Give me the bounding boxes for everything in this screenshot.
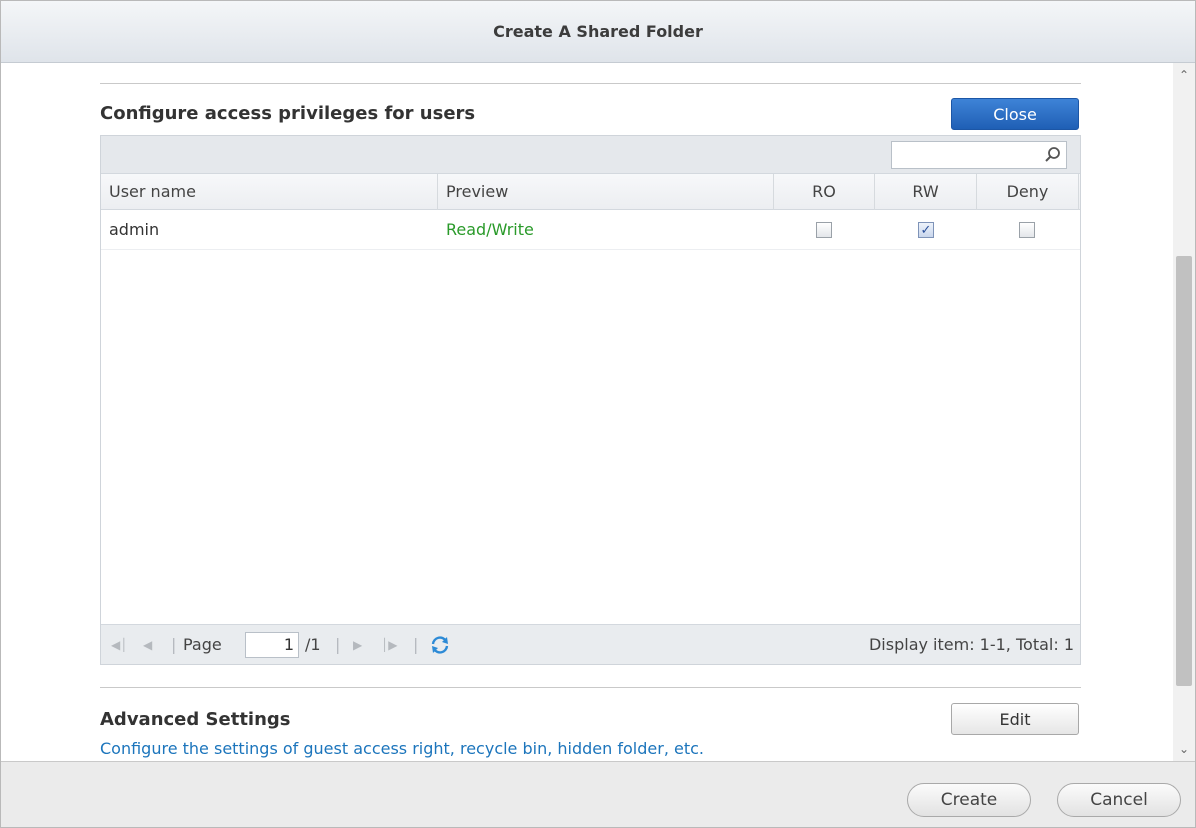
close-button[interactable]: Close [951, 98, 1079, 130]
dialog-title: Create A Shared Folder [493, 22, 703, 41]
user-name-cell: admin [109, 220, 160, 239]
divider [100, 687, 1081, 688]
next-page-icon[interactable]: ▶ [353, 625, 362, 665]
search-input[interactable] [891, 141, 1067, 169]
dialog-titlebar: Create A Shared Folder [1, 1, 1195, 63]
pager-separator: | [413, 635, 419, 654]
checkbox-box[interactable]: ✓ [918, 222, 934, 238]
advanced-settings-description-link[interactable]: Configure the settings of guest access r… [100, 739, 704, 758]
create-button[interactable]: Create [907, 783, 1031, 817]
page-label: Page [183, 635, 222, 654]
privileges-section-title: Configure access privileges for users [100, 103, 476, 124]
column-header-deny[interactable]: Deny [977, 174, 1079, 210]
divider [100, 83, 1081, 84]
prev-page-icon[interactable]: ◀ [143, 625, 152, 665]
checkbox-box[interactable] [816, 222, 832, 238]
pager-separator: | [171, 635, 177, 654]
pagination-bar: ◀│ ◀ | Page 1 /1 | ▶ │▶ | Display item: … [101, 624, 1080, 664]
rw-checkbox[interactable]: ✓ [918, 222, 934, 238]
column-header-preview[interactable]: Preview [438, 174, 774, 210]
ro-checkbox[interactable] [816, 222, 832, 238]
preview-cell: Read/Write [446, 220, 534, 239]
edit-button[interactable]: Edit [951, 703, 1079, 735]
user-privileges-grid: User name Preview RO RW Deny admin Read/… [100, 135, 1081, 665]
dialog-footer: Create Cancel [1, 761, 1195, 827]
grid-header: User name Preview RO RW Deny [101, 174, 1080, 210]
page-total: /1 [305, 635, 321, 654]
chevron-down-icon[interactable]: ⌄ [1173, 739, 1195, 759]
deny-checkbox[interactable] [1019, 222, 1035, 238]
last-page-icon[interactable]: │▶ [381, 625, 397, 665]
column-header-rw[interactable]: RW [875, 174, 977, 210]
grid-toolbar [101, 136, 1080, 174]
display-item-info: Display item: 1-1, Total: 1 [868, 635, 1074, 654]
search-icon[interactable] [1043, 145, 1063, 165]
refresh-icon[interactable] [429, 634, 451, 656]
create-shared-folder-dialog: Create A Shared Folder Configure access … [0, 0, 1196, 828]
chevron-up-icon[interactable]: ⌃ [1173, 65, 1195, 85]
table-row[interactable]: admin Read/Write ✓ [101, 210, 1080, 250]
first-page-icon[interactable]: ◀│ [111, 625, 127, 665]
vertical-scrollbar[interactable]: ⌃ ⌄ [1173, 63, 1195, 761]
pager-separator: | [335, 635, 341, 654]
cancel-button[interactable]: Cancel [1057, 783, 1181, 817]
checkbox-box[interactable] [1019, 222, 1035, 238]
column-header-ro[interactable]: RO [774, 174, 875, 210]
column-header-user-name[interactable]: User name [101, 174, 438, 210]
dialog-content: Configure access privileges for users Cl… [1, 63, 1195, 761]
scroll-thumb[interactable] [1176, 256, 1192, 686]
advanced-settings-title: Advanced Settings [100, 709, 291, 730]
page-number-input[interactable]: 1 [245, 632, 299, 658]
